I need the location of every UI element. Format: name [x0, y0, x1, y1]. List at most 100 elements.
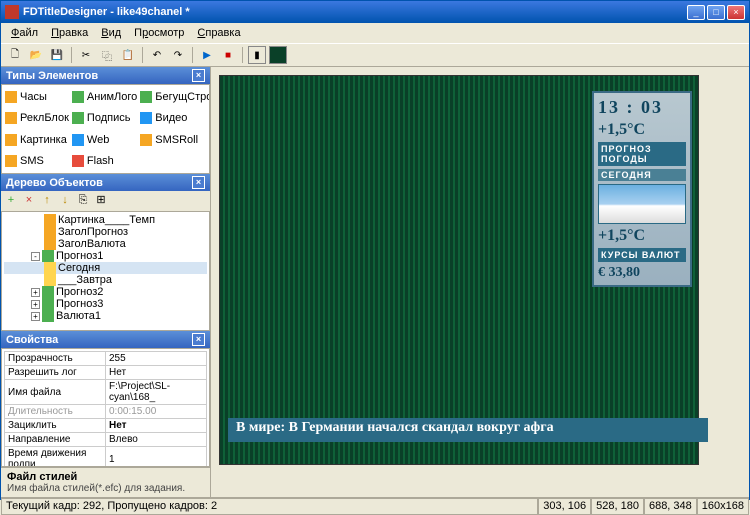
prop-key: Прозрачность: [5, 352, 106, 366]
canvas-area[interactable]: 13 : 03 +1,5°C ПРОГНОЗ ПОГОДЫ СЕГОДНЯ +1…: [211, 67, 749, 497]
eltype-item[interactable]: SMSRoll: [139, 130, 210, 150]
eltype-item[interactable]: SMS: [4, 151, 70, 171]
stop-button[interactable]: ■: [219, 46, 237, 64]
tree-panel: Картинка____ТемпЗаголПрогнозЗаголВалюта-…: [1, 211, 210, 331]
eltype-item[interactable]: Web: [71, 130, 138, 150]
menu-file[interactable]: ФФайлайл: [6, 25, 43, 41]
prop-key: Время движения подпи: [5, 447, 106, 468]
tree-node-label: Сегодня: [58, 262, 100, 274]
copy-button[interactable]: ⿻: [98, 46, 116, 64]
eltype-icon: [72, 134, 84, 146]
prop-key: Направление: [5, 433, 106, 447]
eltype-item[interactable]: Видео: [139, 108, 210, 128]
eltype-icon: [5, 91, 17, 103]
eltype-label: БегущСтрока: [155, 91, 210, 103]
tree-close-icon[interactable]: ×: [192, 176, 205, 189]
tree-node[interactable]: +Валюта1: [4, 310, 207, 322]
prop-value[interactable]: 255: [106, 352, 207, 366]
props-title: Свойства: [6, 334, 58, 346]
eltype-icon: [5, 134, 17, 146]
status-cell-2: 528, 180: [591, 498, 644, 515]
view-a-button[interactable]: ▮: [248, 46, 266, 64]
prop-value[interactable]: F:\Project\SL-cyan\168_: [106, 380, 207, 405]
tree-node[interactable]: ___Завтра: [4, 274, 207, 286]
close-button[interactable]: ×: [727, 5, 745, 20]
tree-expand-icon[interactable]: +: [31, 312, 40, 321]
menu-view[interactable]: Вид: [96, 25, 126, 41]
tree-misc2-button[interactable]: ⊞: [93, 193, 109, 209]
tree-up-button[interactable]: ↑: [39, 193, 55, 209]
property-row[interactable]: Разрешить логНет: [5, 366, 207, 380]
tree-node[interactable]: + Прогноз3: [4, 298, 207, 310]
eltypes-close-icon[interactable]: ×: [192, 69, 205, 82]
prop-value[interactable]: 1: [106, 447, 207, 468]
menu-help[interactable]: Справка: [192, 25, 245, 41]
view-b-button[interactable]: [269, 46, 287, 64]
clock-value: 13 : 03: [598, 97, 686, 118]
tree-node-label: ЗаголВалюта: [58, 238, 126, 250]
eltype-icon: [72, 91, 84, 103]
tree-node[interactable]: ЗаголПрогноз: [4, 226, 207, 238]
tree-node[interactable]: + Прогноз2: [4, 286, 207, 298]
eltype-item[interactable]: Flash: [71, 151, 138, 171]
prop-value[interactable]: Влево: [106, 433, 207, 447]
save-button[interactable]: 💾: [48, 46, 66, 64]
file-style-section: Файл стилей Имя файла стилей(*.efc) для …: [1, 467, 210, 497]
eltype-item[interactable]: АнимЛого: [71, 87, 138, 107]
paste-button[interactable]: 📋: [119, 46, 137, 64]
eltype-icon: [72, 155, 84, 167]
maximize-button[interactable]: □: [707, 5, 725, 20]
play-button[interactable]: ▶: [198, 46, 216, 64]
tree-node[interactable]: Сегодня: [4, 262, 207, 274]
prop-value[interactable]: 0:00:15.00: [106, 405, 207, 419]
property-row[interactable]: Время движения подпи1: [5, 447, 207, 468]
tree-misc1-button[interactable]: ⎘: [75, 193, 91, 209]
tree-expand-icon[interactable]: +: [31, 288, 40, 297]
redo-button[interactable]: ↷: [169, 46, 187, 64]
tree-node[interactable]: ЗаголВалюта: [4, 238, 207, 250]
status-cell-4: 160x168: [697, 498, 749, 515]
menu-preview[interactable]: Просмотр: [129, 25, 189, 41]
property-row[interactable]: ЗациклитьНет: [5, 419, 207, 433]
new-button[interactable]: 🗋: [6, 46, 24, 64]
app-icon: [5, 5, 19, 19]
property-row[interactable]: Длительность0:00:15.00: [5, 405, 207, 419]
prop-value[interactable]: Нет: [106, 366, 207, 380]
eltype-item[interactable]: Подпись: [71, 108, 138, 128]
eltype-item[interactable]: Картинка: [4, 130, 70, 150]
undo-button[interactable]: ↶: [148, 46, 166, 64]
file-style-title: Файл стилей: [7, 471, 77, 483]
prop-value[interactable]: Нет: [106, 419, 207, 433]
tree-node-label: Прогноз3: [56, 298, 103, 310]
tree-node-icon: [42, 310, 54, 322]
tree-expand-icon[interactable]: -: [31, 252, 40, 261]
eltype-label: Подпись: [87, 112, 131, 124]
prop-key: Разрешить лог: [5, 366, 106, 380]
tree-down-button[interactable]: ↓: [57, 193, 73, 209]
eltype-item[interactable]: БегущСтрока: [139, 87, 210, 107]
props-close-icon[interactable]: ×: [192, 333, 205, 346]
property-row[interactable]: Прозрачность255: [5, 352, 207, 366]
eltype-label: Часы: [20, 91, 47, 103]
tree-node-label: Прогноз2: [56, 286, 103, 298]
property-row[interactable]: НаправлениеВлево: [5, 433, 207, 447]
tree-node[interactable]: -Прогноз1: [4, 250, 207, 262]
cut-button[interactable]: ✂: [77, 46, 95, 64]
property-row[interactable]: Имя файлаF:\Project\SL-cyan\168_: [5, 380, 207, 405]
tree-expand-icon[interactable]: +: [31, 300, 40, 309]
tree-remove-button[interactable]: ×: [21, 193, 37, 209]
minimize-button[interactable]: _: [687, 5, 705, 20]
props-panel: Прозрачность255Разрешить логНетИмя файла…: [1, 348, 210, 467]
eltype-item[interactable]: Часы: [4, 87, 70, 107]
open-button[interactable]: 📂: [27, 46, 45, 64]
tree-node[interactable]: Картинка____Темп: [4, 214, 207, 226]
eltype-icon: [72, 112, 84, 124]
tree-title: Дерево Объектов: [6, 177, 103, 189]
tree-node-icon: [44, 238, 56, 250]
tree-node-icon: [44, 226, 56, 238]
eltype-label: Картинка: [20, 134, 67, 146]
preview-frame[interactable]: 13 : 03 +1,5°C ПРОГНОЗ ПОГОДЫ СЕГОДНЯ +1…: [219, 75, 699, 465]
eltype-item[interactable]: РеклБлок: [4, 108, 70, 128]
menu-edit[interactable]: Правка: [46, 25, 93, 41]
tree-add-button[interactable]: +: [3, 193, 19, 209]
